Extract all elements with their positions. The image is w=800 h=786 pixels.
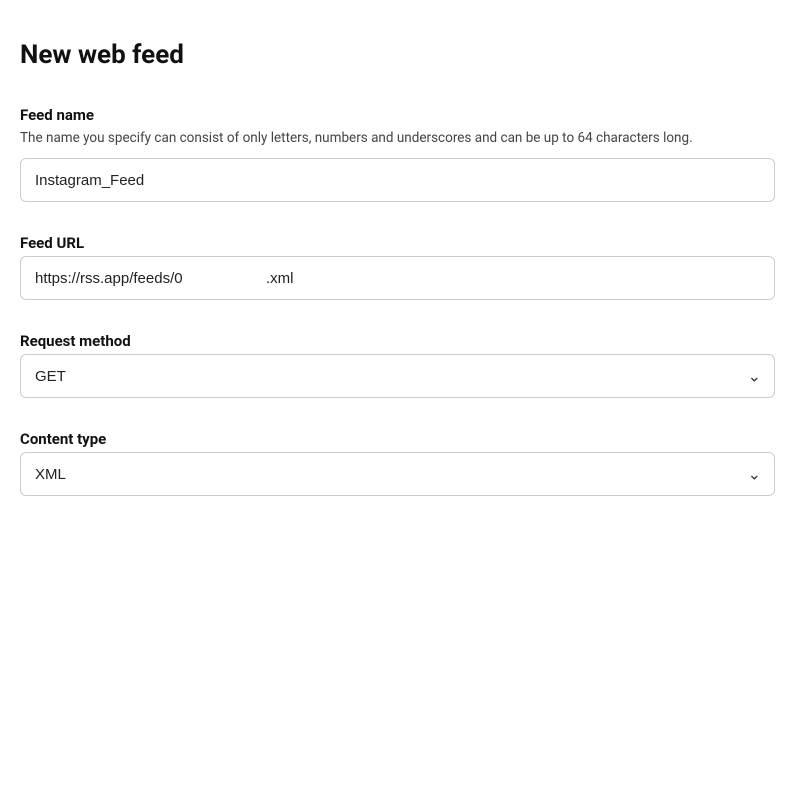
request-method-section: Request method GET POST PUT DELETE ⌄ [20,332,780,398]
page-title: New web feed [20,40,780,70]
feed-url-input[interactable] [20,256,775,300]
feed-url-wrapper [20,256,775,300]
content-type-select[interactable]: XML JSON HTML Text [20,452,775,496]
request-method-wrapper: GET POST PUT DELETE ⌄ [20,354,775,398]
feed-url-label: Feed URL [20,234,780,252]
request-method-label: Request method [20,332,780,350]
content-type-section: Content type XML JSON HTML Text ⌄ [20,430,780,496]
content-type-wrapper: XML JSON HTML Text ⌄ [20,452,775,496]
feed-name-label: Feed name [20,106,780,124]
feed-name-description: The name you specify can consist of only… [20,128,780,148]
feed-name-section: Feed name The name you specify can consi… [20,106,780,202]
request-method-select[interactable]: GET POST PUT DELETE [20,354,775,398]
feed-url-section: Feed URL [20,234,780,300]
content-type-label: Content type [20,430,780,448]
feed-name-input[interactable] [20,158,775,202]
